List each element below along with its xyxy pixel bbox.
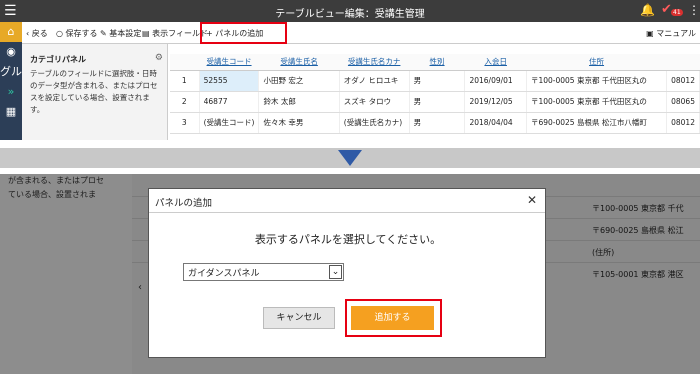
- chevron-down-icon[interactable]: ⌄: [329, 265, 342, 279]
- dimmed-text-line: が含まれる、またはプロセ: [8, 176, 104, 185]
- add-button[interactable]: 追加する: [351, 306, 434, 330]
- header-row-number: [170, 54, 200, 71]
- dialog-message: 表示するパネルを選択してください。: [254, 233, 442, 246]
- table-row[interactable]: 3 (受講生コード) 佐々木 幸男 (受講生氏名カナ) 男 2018/04/04…: [170, 112, 700, 134]
- header-date[interactable]: 入会日: [464, 54, 527, 71]
- header-address[interactable]: 住所: [526, 54, 667, 71]
- cell-date[interactable]: 2018/04/04: [464, 112, 527, 134]
- add-panel-dialog: パネルの追加 ✕ 表示するパネルを選択してください。 ガイダンスパネル ⌄ キャ…: [148, 188, 546, 358]
- dimmed-address: (住所): [592, 248, 615, 257]
- dimmed-text-line: ている場合、設置されま: [8, 190, 96, 199]
- panel-type-select[interactable]: ガイダンスパネル ⌄: [183, 263, 344, 281]
- gear-icon[interactable]: ⚙: [155, 53, 163, 63]
- toolbar: ‹ 戻る ○ 保存する ✎ 基本設定 ▤ 表示フィールド + パネルの追加 ▣ …: [22, 22, 700, 44]
- top-screenshot: ☰ テーブルビュー編集：受講生管理 🔔 ✔ 41 ⋮ ⌂ ◉ グル » ▦ ‹ …: [0, 0, 700, 140]
- header-gender[interactable]: 性別: [409, 54, 465, 71]
- manual-link[interactable]: ▣ マニュアル: [646, 28, 696, 39]
- cell-name[interactable]: 小田野 宏之: [258, 70, 340, 92]
- dialog-title: パネルの追加: [155, 198, 213, 209]
- row-number: 2: [170, 91, 200, 113]
- down-arrow-icon: [338, 150, 362, 166]
- row-number: 3: [170, 112, 200, 134]
- cell-kana[interactable]: オダノ ヒロユキ: [339, 70, 410, 92]
- calendar-icon[interactable]: ▦: [0, 102, 22, 122]
- app-title: テーブルビュー編集：受講生管理: [275, 9, 425, 20]
- left-nav: ⌂ ◉ グル » ▦: [0, 22, 22, 140]
- basic-settings-label: 基本設定: [109, 29, 142, 38]
- table-row[interactable]: 1 52555 小田野 宏之 オダノ ヒロユキ 男 2016/09/01 〒10…: [170, 70, 700, 92]
- header-name[interactable]: 受講生氏名: [258, 54, 340, 71]
- add-panel-label: パネルの追加: [215, 29, 264, 38]
- table-row[interactable]: 2 46877 鈴木 太郎 スズキ タロウ 男 2019/12/05 〒100-…: [170, 91, 700, 113]
- chevron-left-icon: ‹: [138, 282, 142, 293]
- cell-date[interactable]: 2019/12/05: [464, 91, 527, 113]
- cell-name[interactable]: 鈴木 太郎: [258, 91, 340, 113]
- cell-date[interactable]: 2016/09/01: [464, 70, 527, 92]
- back-label: 戻る: [31, 29, 48, 38]
- header-kana[interactable]: 受講生氏名カナ: [339, 54, 410, 71]
- dialog-header: パネルの追加 ✕: [149, 189, 545, 213]
- chevron-right-icon[interactable]: »: [0, 82, 22, 102]
- cell-extra[interactable]: 08012: [666, 70, 700, 92]
- bell-icon[interactable]: 🔔: [640, 3, 655, 17]
- app-bar: ☰ テーブルビュー編集：受講生管理 🔔 ✔ 41 ⋮: [0, 0, 700, 22]
- row-number: 1: [170, 70, 200, 92]
- cell-gender[interactable]: 男: [409, 91, 466, 113]
- add-panel-button[interactable]: + パネルの追加: [206, 28, 263, 39]
- dimmed-address: 〒690-0025 島根県 松江: [592, 226, 684, 235]
- close-icon[interactable]: ✕: [527, 193, 537, 207]
- dimmed-category-panel: が含まれる、またはプロセ ている場合、設置されま: [0, 174, 132, 374]
- basic-settings-button[interactable]: ✎ 基本設定: [100, 28, 141, 39]
- panel-type-select-value: ガイダンスパネル: [188, 269, 260, 279]
- cell-gender[interactable]: 男: [409, 70, 466, 92]
- add-button-highlight: 追加する: [345, 299, 442, 337]
- home-icon[interactable]: ⌂: [0, 22, 22, 42]
- category-panel: カテゴリパネル ⚙ テーブルのフィールドに選択肢・日時のデータ型が含まれる、また…: [22, 44, 168, 140]
- cell-extra[interactable]: 08065: [666, 91, 700, 113]
- dimmed-address: 〒100-0005 東京都 千代: [592, 204, 684, 213]
- header-code[interactable]: 受講生コード: [199, 54, 259, 71]
- step-separator: [0, 140, 700, 174]
- cell-kana[interactable]: スズキ タロウ: [339, 91, 410, 113]
- cell-address[interactable]: 〒690-0025 島根県 松江市八幡町: [526, 112, 668, 134]
- cell-gender[interactable]: 男: [409, 112, 466, 134]
- back-button[interactable]: ‹ 戻る: [26, 28, 48, 39]
- table-header-row: 受講生コード 受講生氏名 受講生氏名カナ 性別 入会日 住所: [170, 54, 700, 71]
- cancel-button[interactable]: キャンセル: [263, 307, 335, 329]
- cell-name[interactable]: 佐々木 幸男: [258, 112, 340, 134]
- cell-kana[interactable]: (受講生氏名カナ): [339, 112, 410, 134]
- more-menu-icon[interactable]: ⋮: [688, 3, 700, 17]
- display-fields-button[interactable]: ▤ 表示フィールド: [142, 28, 208, 39]
- cell-code[interactable]: 52555: [199, 70, 260, 92]
- header-extra: [666, 54, 700, 71]
- cell-address[interactable]: 〒100-0005 東京都 千代田区丸の: [526, 70, 668, 92]
- dimmed-text: が含まれる、またはプロセ ている場合、設置されま: [8, 174, 104, 202]
- notification-badge: 41: [671, 9, 683, 16]
- category-panel-title: カテゴリパネル: [30, 55, 86, 64]
- database-icon[interactable]: ◉: [0, 42, 22, 62]
- data-table: 受講生コード 受講生氏名 受講生氏名カナ 性別 入会日 住所 1 52555 小…: [170, 54, 700, 134]
- manual-label: マニュアル: [656, 29, 696, 38]
- cell-extra[interactable]: 08012: [666, 112, 700, 134]
- nav-item-group[interactable]: グル: [0, 62, 22, 82]
- cell-address[interactable]: 〒100-0005 東京都 千代田区丸の: [526, 91, 668, 113]
- category-panel-description: テーブルのフィールドに選択肢・日時のデータ型が含まれる、またはプロセスを設定して…: [30, 69, 158, 114]
- dimmed-address: 〒105-0001 東京都 港区: [592, 270, 684, 279]
- save-button[interactable]: ○ 保存する: [56, 28, 98, 39]
- save-label: 保存する: [65, 29, 98, 38]
- cell-code[interactable]: 46877: [199, 91, 260, 113]
- checkmark-icon[interactable]: ✔: [661, 2, 672, 17]
- cell-code[interactable]: (受講生コード): [199, 112, 260, 134]
